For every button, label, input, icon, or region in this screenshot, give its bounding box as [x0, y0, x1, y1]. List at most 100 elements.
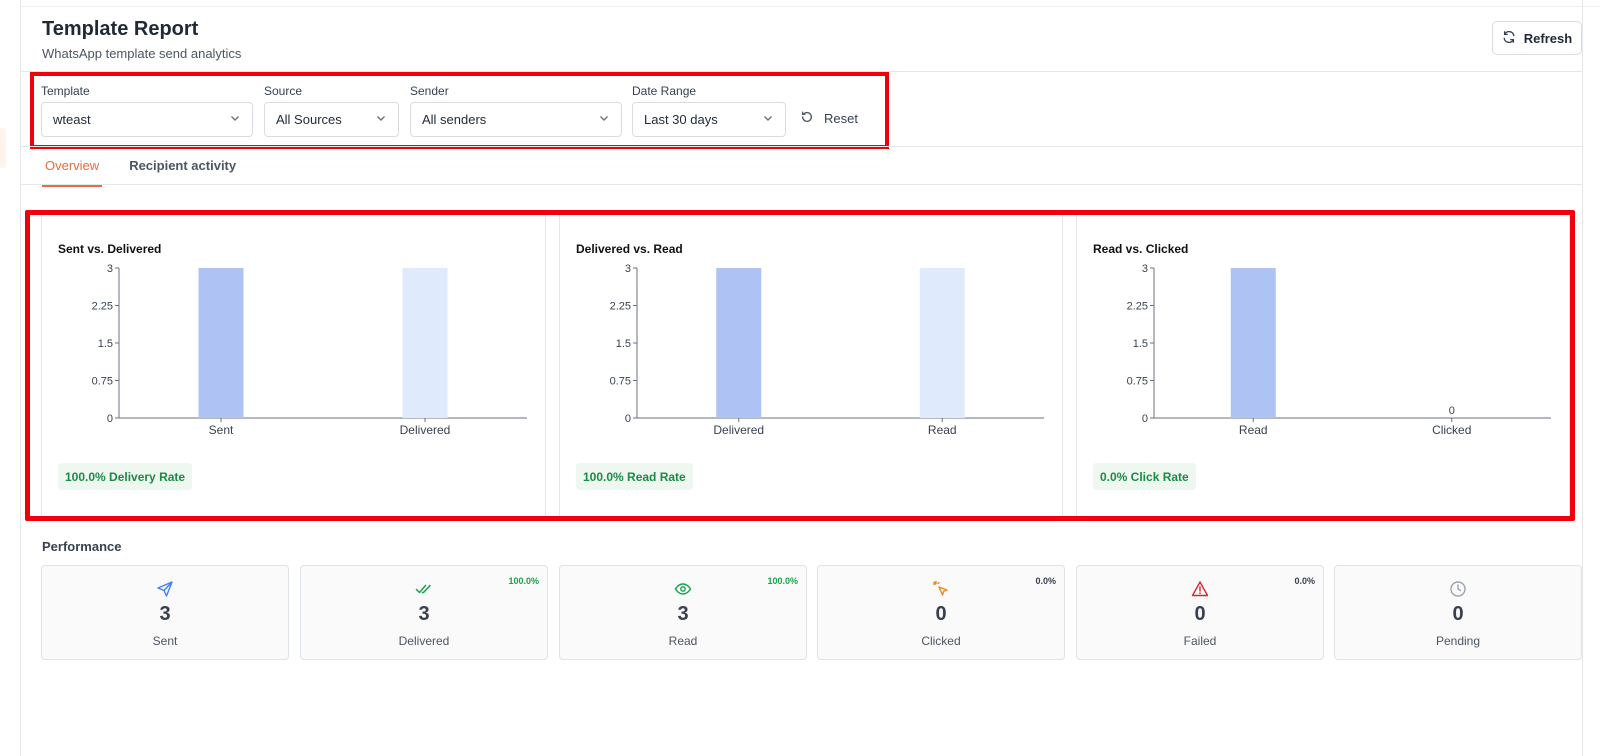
refresh-label: Refresh — [1523, 30, 1573, 46]
stat-value: 3 — [159, 603, 171, 625]
stat-card-sent: 3 Sent — [41, 565, 289, 660]
date-range-filter: Date Range Last 30 days — [632, 84, 786, 137]
source-filter-label: Source — [264, 84, 303, 98]
source-select-value: All Sources — [276, 112, 342, 127]
stat-value: 3 — [418, 603, 430, 625]
performance-title: Performance — [42, 539, 122, 554]
sender-filter-label: Sender — [410, 84, 449, 98]
read-rate-badge: 100.0% Read Rate — [576, 463, 693, 490]
page-title: Template Report — [42, 18, 199, 40]
stat-percent: 0.0% — [1294, 576, 1315, 586]
y-tick-label: 3 — [107, 263, 113, 275]
y-tick-label: 2.25 — [92, 301, 113, 313]
chart-title: Delivered vs. Read — [576, 242, 683, 256]
stat-label: Delivered — [398, 634, 450, 648]
bar-chart: 0 0.75 1.5 2.25 3 Read Clicked 0 — [1127, 263, 1551, 437]
warning-icon — [1191, 580, 1209, 598]
page-subtitle: WhatsApp template send analytics — [42, 46, 242, 61]
chart-card-delivered-read: Delivered vs. Read 0 0.75 1.5 2.25 3 Delivere… — [559, 215, 1063, 516]
stat-label: Sent — [152, 634, 178, 648]
stat-value: 0 — [935, 603, 947, 625]
stat-card-delivered: 100.0% 3 Delivered — [300, 565, 548, 660]
chart-title: Sent vs. Delivered — [58, 242, 162, 256]
left-rail — [0, 0, 21, 756]
tab-recipient-activity[interactable]: Recipient activity — [126, 154, 239, 187]
bar-delivered — [402, 268, 448, 418]
tabs-divider — [21, 184, 1582, 185]
stat-percent: 100.0% — [508, 576, 539, 586]
page-header: Template Report WhatsApp template send a… — [42, 18, 241, 61]
bar-delivered — [716, 268, 762, 418]
y-tick-label: 1.5 — [1133, 338, 1148, 350]
x-tick-label: Delivered — [400, 423, 451, 437]
y-tick-label: 1.5 — [98, 338, 113, 350]
x-tick-label: Delivered — [713, 423, 764, 437]
date-range-select-value: Last 30 days — [644, 112, 718, 127]
stat-card-clicked: 0.0% 0 Clicked — [817, 565, 1065, 660]
click-rate-badge: 0.0% Click Rate — [1093, 463, 1196, 490]
y-tick-label: 0 — [1142, 413, 1148, 425]
source-select[interactable]: All Sources — [264, 102, 399, 137]
stat-value: 3 — [677, 603, 689, 625]
stat-card-read: 100.0% 3 Read — [559, 565, 807, 660]
y-tick-label: 1.5 — [616, 338, 631, 350]
y-tick-label: 3 — [1142, 263, 1148, 275]
eye-icon — [674, 580, 692, 598]
x-tick-label: Read — [1239, 423, 1268, 437]
y-tick-label: 0 — [107, 413, 113, 425]
reset-label: Reset — [824, 110, 858, 126]
bar-sent — [198, 268, 244, 418]
send-icon — [156, 580, 174, 598]
stat-label: Clicked — [921, 634, 961, 648]
y-tick-label: 0.75 — [92, 376, 113, 388]
sender-select[interactable]: All senders — [410, 102, 622, 137]
double-check-icon — [415, 580, 433, 598]
chevron-down-icon — [762, 112, 774, 127]
rail-active-marker — [0, 128, 6, 168]
chart-title: Read vs. Clicked — [1093, 242, 1189, 256]
clock-icon — [1449, 580, 1467, 598]
top-divider — [21, 6, 1600, 7]
data-label: 0 — [1449, 405, 1455, 417]
x-tick-label: Clicked — [1432, 423, 1471, 437]
y-tick-label: 0 — [625, 413, 631, 425]
chevron-down-icon — [375, 112, 387, 127]
x-tick-label: Sent — [209, 423, 234, 437]
reset-icon — [800, 110, 814, 127]
chart-card-sent-delivered: Sent vs. Delivered 0 0.75 1.5 2.25 3 Sent Deli… — [41, 215, 546, 516]
refresh-button[interactable]: Refresh — [1492, 21, 1582, 55]
stat-label: Failed — [1183, 634, 1217, 648]
report-tabs: Overview Recipient activity — [42, 154, 239, 187]
stat-card-pending: 0 Pending — [1334, 565, 1582, 660]
chart-card-read-clicked: Read vs. Clicked 0 0.75 1.5 2.25 3 Read Clicke… — [1076, 215, 1570, 516]
cursor-click-icon — [932, 580, 950, 598]
y-tick-label: 2.25 — [1127, 301, 1148, 313]
source-filter: Source All Sources — [264, 84, 399, 137]
bar-read — [1230, 268, 1276, 418]
bar-chart: 0 0.75 1.5 2.25 3 Sent Delivered — [92, 263, 527, 437]
sender-filter: Sender All senders — [410, 84, 622, 137]
y-tick-label: 3 — [625, 263, 631, 275]
bar-read — [919, 268, 965, 418]
y-tick-label: 0.75 — [1127, 376, 1148, 388]
template-select[interactable]: wteast — [41, 102, 253, 137]
chevron-down-icon — [229, 112, 241, 127]
stat-value: 0 — [1194, 603, 1206, 625]
tab-overview[interactable]: Overview — [42, 154, 103, 187]
delivery-rate-badge: 100.0% Delivery Rate — [58, 463, 193, 490]
template-select-value: wteast — [53, 112, 91, 127]
template-filter-label: Template — [41, 84, 90, 98]
bar-chart: 0 0.75 1.5 2.25 3 Delivered Read — [610, 263, 1044, 437]
date-range-filter-label: Date Range — [632, 84, 697, 98]
stat-label: Read — [668, 634, 698, 648]
sender-select-value: All senders — [422, 112, 487, 127]
stat-percent: 100.0% — [767, 576, 798, 586]
x-tick-label: Read — [928, 423, 957, 437]
right-scroll-edge — [1582, 0, 1600, 756]
stat-card-failed: 0.0% 0 Failed — [1076, 565, 1324, 660]
date-range-select[interactable]: Last 30 days — [632, 102, 786, 137]
stat-percent: 0.0% — [1035, 576, 1056, 586]
reset-button[interactable]: Reset — [800, 103, 858, 133]
y-tick-label: 2.25 — [610, 301, 631, 313]
stat-value: 0 — [1452, 603, 1464, 625]
